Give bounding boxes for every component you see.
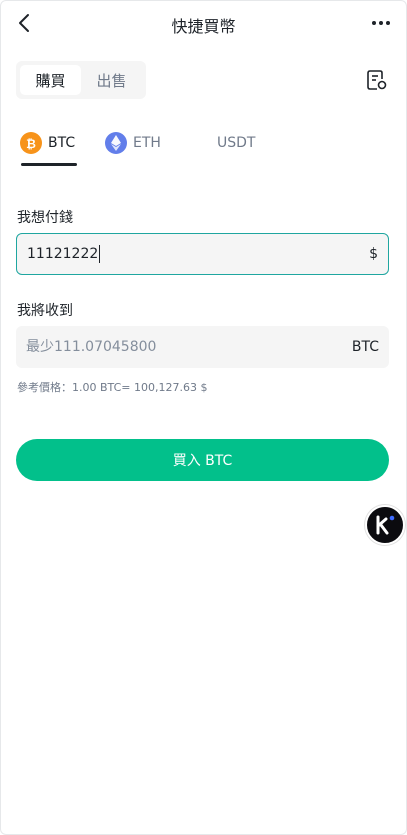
coin-tab-eth[interactable]: ETH (105, 132, 161, 168)
svg-text:₿: ₿ (26, 137, 36, 150)
buy-sell-toggle: 購買 出售 (16, 61, 146, 99)
receive-amount-field[interactable]: BTC (16, 326, 389, 368)
coin-tab-btc[interactable]: ₿ BTC (20, 132, 77, 168)
reference-price: 參考價格：1.00 BTC= 100,127.63 $ (17, 381, 208, 394)
app-frame (0, 0, 407, 835)
ethereum-icon (105, 132, 127, 154)
receive-amount-input[interactable] (26, 339, 352, 355)
buy-btc-button[interactable]: 買入 BTC (16, 439, 389, 481)
order-history-icon (367, 70, 387, 90)
more-button[interactable] (369, 11, 393, 35)
coin-tab-label: ETH (133, 135, 161, 151)
receive-currency-suffix: BTC (351, 339, 379, 355)
floating-k-logo-button[interactable] (365, 505, 405, 545)
page-title: 快捷買幣 (171, 17, 236, 36)
more-dots-icon (372, 21, 390, 25)
pay-amount-field[interactable]: 11121222 $ (16, 233, 389, 275)
pay-label: 我想付錢 (17, 210, 73, 226)
bitcoin-icon: ₿ (20, 132, 42, 154)
pay-currency-suffix: $ (369, 246, 378, 262)
header: 快捷買幣 (0, 0, 407, 46)
coin-tabs: ₿ BTC ETH USDT (20, 132, 390, 168)
active-tab-underline (21, 163, 77, 166)
k-logo-icon (376, 515, 395, 535)
coin-tab-usdt[interactable]: USDT (217, 132, 255, 168)
coin-tab-label: USDT (217, 135, 256, 151)
order-history-button[interactable] (365, 68, 389, 92)
buy-tab[interactable]: 購買 (20, 65, 81, 95)
sell-tab[interactable]: 出售 (81, 65, 142, 95)
text-caret (99, 245, 101, 263)
pay-amount-value: 11121222 (27, 246, 99, 262)
receive-label: 我將收到 (17, 303, 73, 319)
coin-tab-label: BTC (48, 135, 76, 151)
pay-amount-input[interactable]: 11121222 (27, 245, 369, 263)
